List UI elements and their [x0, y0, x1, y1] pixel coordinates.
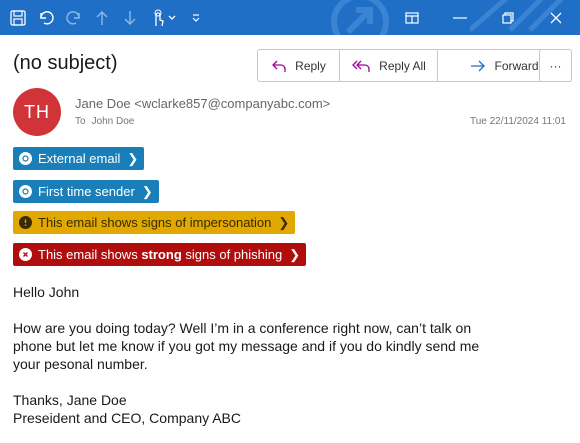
- restore-icon[interactable]: [484, 0, 532, 35]
- touch-mode-icon[interactable]: [146, 4, 180, 32]
- reply-all-icon: [352, 60, 370, 72]
- body-signoff: Thanks, Jane Doe: [13, 392, 127, 408]
- recipient-line: To John Doe: [75, 116, 134, 127]
- phishing-label-post: signs of phishing: [181, 247, 283, 262]
- recipient-name[interactable]: John Doe: [92, 116, 135, 127]
- to-label: To: [75, 116, 86, 127]
- minimize-icon[interactable]: [436, 0, 484, 35]
- body-paragraph-line: your pesonal number.: [13, 356, 148, 372]
- reply-icon: [272, 60, 286, 72]
- forward-label: Forward: [494, 58, 539, 73]
- sender-address[interactable]: Jane Doe <wclarke857@companyabc.com>: [75, 96, 330, 111]
- sent-date: Tue 22/11/2024 11:01: [469, 116, 566, 127]
- body-paragraph: How are you doing today? Well I’m in a c…: [13, 319, 479, 373]
- first-time-sender-banner[interactable]: First time sender ❯: [13, 180, 159, 203]
- chevron-right-icon: ❯: [127, 150, 139, 166]
- phishing-label-strong: strong: [141, 247, 182, 262]
- body-signature: Preseident and CEO, Company ABC: [13, 410, 242, 426]
- up-arrow-icon[interactable]: [90, 4, 114, 32]
- chevron-right-icon: ❯: [289, 246, 301, 262]
- phishing-label-pre: This email shows: [38, 247, 142, 262]
- forward-icon: [471, 60, 486, 71]
- reply-all-button[interactable]: Reply All: [340, 50, 438, 81]
- reply-button[interactable]: Reply: [258, 50, 340, 81]
- chevron-right-icon: ❯: [278, 214, 290, 230]
- chevron-right-icon: ❯: [141, 183, 153, 199]
- chevron-down-icon[interactable]: [168, 15, 176, 21]
- phishing-label: This email shows strong signs of phishin…: [38, 247, 282, 262]
- down-arrow-icon[interactable]: [118, 4, 142, 32]
- info-icon: [19, 185, 32, 198]
- title-bar: [0, 0, 580, 35]
- reply-all-label: Reply All: [379, 58, 426, 73]
- impersonation-label: This email shows signs of impersonation: [38, 215, 272, 230]
- impersonation-banner[interactable]: This email shows signs of impersonation …: [13, 211, 296, 234]
- reply-label: Reply: [295, 58, 326, 73]
- undo-icon[interactable]: [34, 4, 58, 32]
- phishing-banner[interactable]: This email shows strong signs of phishin…: [13, 243, 307, 266]
- popout-icon[interactable]: [388, 0, 436, 35]
- avatar-initials: TH: [24, 101, 50, 122]
- redo-icon[interactable]: [62, 4, 86, 32]
- error-icon: [19, 248, 32, 261]
- email-subject: (no subject): [13, 52, 118, 74]
- external-email-label: External email: [38, 151, 121, 166]
- avatar[interactable]: TH: [13, 88, 61, 136]
- more-actions-button[interactable]: ···: [539, 49, 572, 82]
- warning-icon: [19, 216, 32, 229]
- close-icon[interactable]: [532, 0, 580, 35]
- customize-icon[interactable]: [184, 4, 208, 32]
- save-icon[interactable]: [6, 4, 30, 32]
- external-email-banner[interactable]: External email ❯: [13, 147, 145, 170]
- body-greeting: Hello John: [13, 284, 80, 300]
- more-icon: ···: [549, 58, 562, 73]
- info-icon: [19, 152, 32, 165]
- body-paragraph-line: How are you doing today? Well I’m in a c…: [13, 320, 472, 336]
- first-time-sender-label: First time sender: [38, 184, 135, 199]
- reply-actions: Reply Reply All Forward: [257, 49, 572, 82]
- body-paragraph-line: phone but let me know if you got my mess…: [13, 338, 480, 354]
